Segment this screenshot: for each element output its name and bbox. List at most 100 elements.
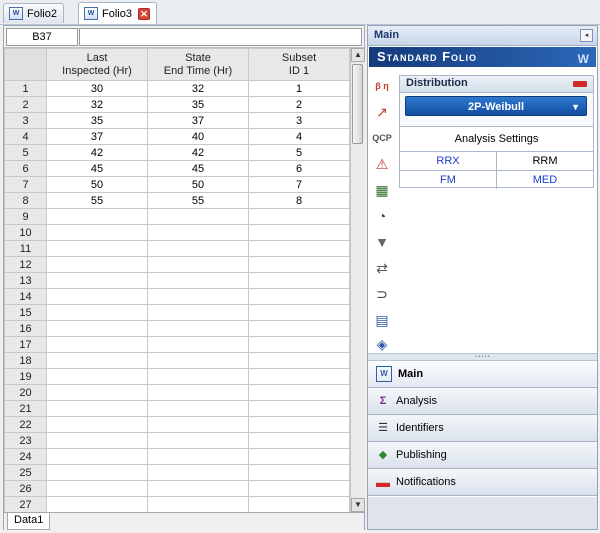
close-tab-icon[interactable]: ✕ xyxy=(137,7,150,20)
column-header[interactable]: Last Inspected (Hr) xyxy=(46,48,148,81)
data-cell[interactable]: 3 xyxy=(248,112,350,129)
data-cell[interactable] xyxy=(46,224,148,241)
row-header[interactable]: 12 xyxy=(4,256,47,273)
data-cell[interactable]: 42 xyxy=(147,144,249,161)
data-cell[interactable]: 35 xyxy=(46,112,148,129)
data-cell[interactable]: 1 xyxy=(248,80,350,97)
row-header[interactable]: 14 xyxy=(4,288,47,305)
data-cell[interactable] xyxy=(147,208,249,225)
row-header[interactable]: 15 xyxy=(4,304,47,321)
data-cell[interactable] xyxy=(46,336,148,353)
scroll-down-icon[interactable]: ▼ xyxy=(351,498,365,512)
data-cell[interactable] xyxy=(248,368,350,385)
data-cell[interactable] xyxy=(46,208,148,225)
data-cell[interactable] xyxy=(46,352,148,369)
data-cell[interactable] xyxy=(46,240,148,257)
data-cell[interactable]: 42 xyxy=(46,144,148,161)
row-header[interactable]: 10 xyxy=(4,224,47,241)
row-header[interactable]: 19 xyxy=(4,368,47,385)
data-cell[interactable] xyxy=(248,336,350,353)
data-cell[interactable] xyxy=(147,288,249,305)
data-cell[interactable]: 37 xyxy=(147,112,249,129)
option-rrx[interactable]: RRX xyxy=(400,152,497,171)
filter-icon[interactable]: ▼ xyxy=(372,232,392,252)
row-header[interactable]: 8 xyxy=(4,192,47,209)
data-cell[interactable] xyxy=(248,432,350,449)
data-cell[interactable]: 6 xyxy=(248,160,350,177)
data-cell[interactable] xyxy=(147,384,249,401)
nav-analysis[interactable]: Σ Analysis xyxy=(368,388,597,415)
data-cell[interactable] xyxy=(147,272,249,289)
nav-main[interactable]: W Main xyxy=(368,361,597,388)
distribution-select[interactable]: 2P-Weibull ▼ xyxy=(405,96,587,116)
data-cell[interactable] xyxy=(147,256,249,273)
data-cell[interactable]: 45 xyxy=(147,160,249,177)
data-cell[interactable]: 37 xyxy=(46,128,148,145)
row-header[interactable]: 17 xyxy=(4,336,47,353)
plot-icon[interactable]: ↗ xyxy=(372,102,392,122)
data-cell[interactable]: 32 xyxy=(46,96,148,113)
scroll-thumb[interactable] xyxy=(352,64,363,144)
data-cell[interactable]: 2 xyxy=(248,96,350,113)
data-cell[interactable] xyxy=(147,448,249,465)
nav-identifiers[interactable]: ☰ Identifiers xyxy=(368,415,597,442)
data-cell[interactable] xyxy=(248,208,350,225)
cell-reference-box[interactable]: B37 xyxy=(6,28,78,46)
row-header[interactable]: 11 xyxy=(4,240,47,257)
wizard-icon[interactable]: ◈ xyxy=(372,334,392,354)
row-header[interactable]: 25 xyxy=(4,464,47,481)
data-cell[interactable]: 35 xyxy=(147,96,249,113)
row-header[interactable]: 4 xyxy=(4,128,47,145)
row-header[interactable]: 26 xyxy=(4,480,47,497)
data-cell[interactable] xyxy=(248,384,350,401)
data-cell[interactable] xyxy=(147,464,249,481)
data-cell[interactable]: 5 xyxy=(248,144,350,161)
data-cell[interactable] xyxy=(248,496,350,512)
nav-publishing[interactable]: ◆ Publishing xyxy=(368,442,597,469)
data-cell[interactable] xyxy=(248,240,350,257)
warning-icon[interactable]: ⚠ xyxy=(372,154,392,174)
scroll-up-icon[interactable]: ▲ xyxy=(351,48,365,62)
row-header[interactable]: 3 xyxy=(4,112,47,129)
row-header[interactable]: 16 xyxy=(4,320,47,337)
data-cell[interactable] xyxy=(248,304,350,321)
column-header[interactable]: State End Time (Hr) xyxy=(147,48,249,81)
transfer-icon[interactable]: ⇄ xyxy=(372,258,392,278)
formula-input[interactable] xyxy=(79,28,362,46)
data-cell[interactable] xyxy=(147,480,249,497)
data-cell[interactable] xyxy=(46,304,148,321)
data-cell[interactable]: 55 xyxy=(46,192,148,209)
row-header[interactable]: 5 xyxy=(4,144,47,161)
data-cell[interactable] xyxy=(248,272,350,289)
data-cell[interactable] xyxy=(147,368,249,385)
calculate-icon[interactable]: β η xyxy=(372,76,392,96)
row-header[interactable]: 1 xyxy=(4,80,47,97)
data-cell[interactable] xyxy=(46,496,148,512)
tab-folio2[interactable]: W Folio2 xyxy=(3,3,64,23)
row-header[interactable]: 23 xyxy=(4,432,47,449)
data-cell[interactable] xyxy=(46,320,148,337)
data-cell[interactable]: 45 xyxy=(46,160,148,177)
data-cell[interactable] xyxy=(248,288,350,305)
data-cell[interactable] xyxy=(248,224,350,241)
data-cell[interactable]: 4 xyxy=(248,128,350,145)
data-cell[interactable]: 40 xyxy=(147,128,249,145)
corner-cell[interactable] xyxy=(4,48,47,81)
data-cell[interactable] xyxy=(248,464,350,481)
row-header[interactable]: 27 xyxy=(4,496,47,512)
data-cell[interactable] xyxy=(248,352,350,369)
data-cell[interactable] xyxy=(46,272,148,289)
data-cell[interactable] xyxy=(147,496,249,512)
data-cell[interactable] xyxy=(46,288,148,305)
data-cell[interactable]: 32 xyxy=(147,80,249,97)
option-fm[interactable]: FM xyxy=(400,171,497,189)
data-cell[interactable] xyxy=(46,384,148,401)
data-cell[interactable] xyxy=(248,448,350,465)
row-header[interactable]: 6 xyxy=(4,160,47,177)
gauge-icon[interactable]: ◔ xyxy=(372,206,392,226)
data-cell[interactable] xyxy=(46,416,148,433)
data-cell[interactable] xyxy=(147,240,249,257)
data-cell[interactable] xyxy=(147,416,249,433)
data-cell[interactable] xyxy=(248,400,350,417)
data-cell[interactable] xyxy=(147,336,249,353)
